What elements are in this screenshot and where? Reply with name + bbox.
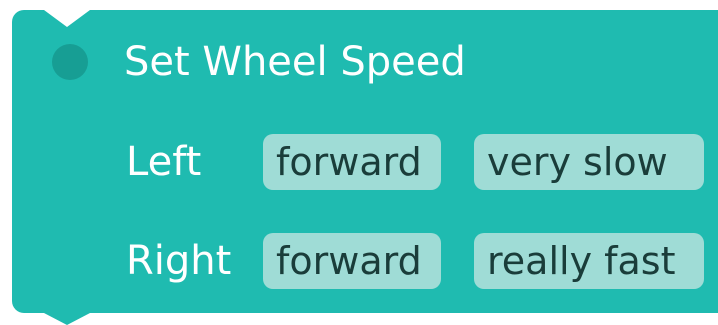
left-speed-dropdown[interactable]: very slow	[474, 134, 704, 190]
block-status-dot	[52, 44, 88, 80]
block-bottom-connector	[44, 313, 90, 325]
right-wheel-label: Right	[126, 238, 232, 284]
right-speed-dropdown[interactable]: really fast	[474, 233, 704, 289]
block-title: Set Wheel Speed	[124, 39, 466, 85]
left-wheel-label: Left	[126, 139, 202, 185]
block-top-connector	[44, 10, 90, 27]
left-direction-dropdown[interactable]: forward	[263, 134, 441, 190]
right-direction-dropdown[interactable]: forward	[263, 233, 441, 289]
